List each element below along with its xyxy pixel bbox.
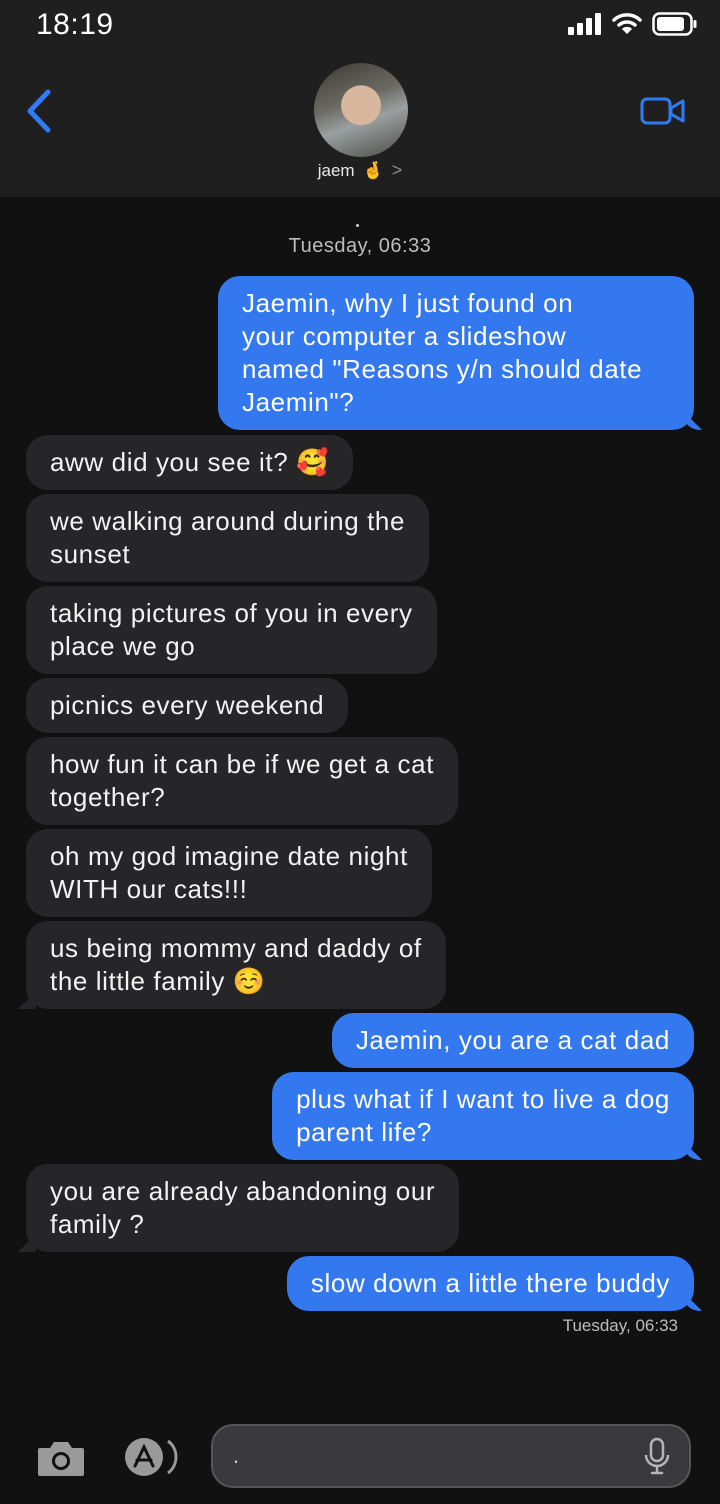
status-time: 18:19 <box>36 8 114 41</box>
message-input-value: . <box>233 1443 240 1468</box>
wifi-icon <box>612 13 642 34</box>
message-incoming[interactable]: taking pictures of you in every place we… <box>26 586 437 674</box>
message-outgoing[interactable]: plus what if I want to live a dog parent… <box>272 1072 694 1160</box>
back-button[interactable] <box>22 86 56 141</box>
message-outgoing[interactable]: Jaemin, you are a cat dad <box>331 1013 694 1068</box>
message-incoming[interactable]: us being mommy and daddy of the little f… <box>26 921 446 1009</box>
message-incoming[interactable]: we walking around during the sunset <box>26 494 430 582</box>
timestamp-bottom: Tuesday, 06:33 <box>562 1316 678 1335</box>
avatar[interactable] <box>314 63 408 157</box>
contact-emoji: 🤞 <box>362 160 384 180</box>
message-incoming[interactable]: picnics every weekend <box>26 678 349 733</box>
microphone-button[interactable] <box>644 1437 670 1480</box>
message-input[interactable]: . <box>211 1424 691 1488</box>
message-incoming[interactable]: you are already abandoning our family ? <box>26 1164 460 1252</box>
app-store-button[interactable] <box>122 1436 182 1483</box>
video-call-icon <box>640 97 685 125</box>
camera-icon <box>38 1442 84 1476</box>
chevron-right-icon: > <box>391 160 403 180</box>
microphone-icon <box>644 1437 670 1475</box>
contact-name-row[interactable]: jaem 🤞 > <box>0 160 720 181</box>
contact-name: jaem <box>317 160 355 180</box>
message-outgoing[interactable]: Jaemin, why I just found on your compute… <box>218 276 694 430</box>
app-store-icon <box>125 1438 178 1476</box>
timestamp-top: Tuesday, 06:33 <box>288 235 432 257</box>
typing-dot <box>356 224 359 227</box>
conversation-header: 18:19 jaem 🤞 > <box>0 0 720 197</box>
battery-icon <box>652 12 697 36</box>
back-chevron-icon <box>27 89 51 133</box>
signal-icon <box>568 13 601 35</box>
message-incoming[interactable]: aww did you see it? 🥰 <box>26 435 354 490</box>
message-outgoing[interactable]: slow down a little there buddy <box>286 1256 694 1311</box>
message-incoming[interactable]: how fun it can be if we get a cat togeth… <box>26 737 459 825</box>
message-incoming[interactable]: oh my god imagine date night WITH our ca… <box>26 829 432 917</box>
video-call-button[interactable] <box>640 96 686 131</box>
status-icons <box>568 12 698 36</box>
camera-button[interactable] <box>36 1438 86 1483</box>
